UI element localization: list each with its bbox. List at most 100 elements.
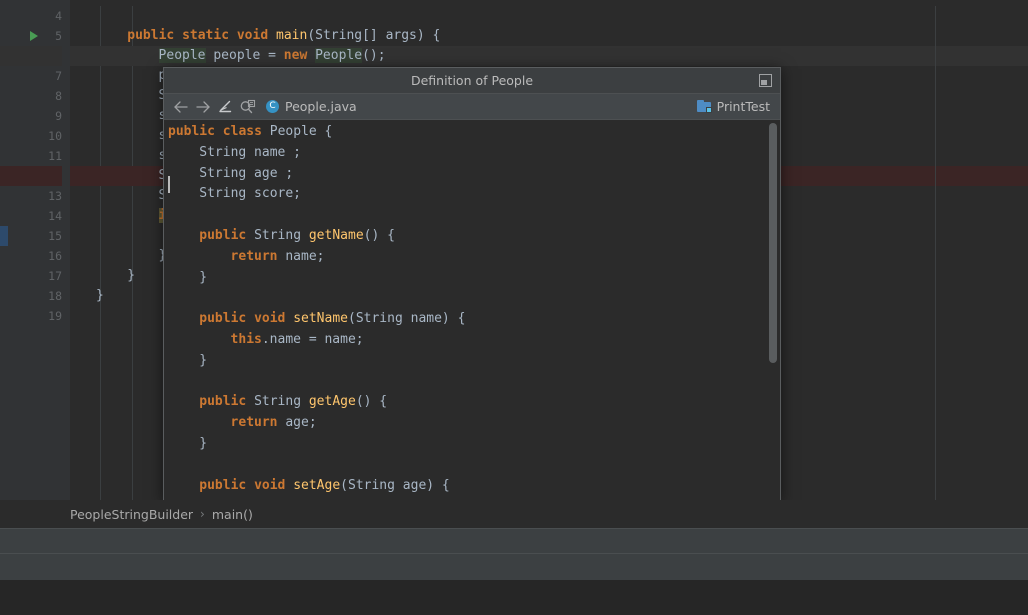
- popup-code-line[interactable]: this.name = name;: [231, 330, 364, 351]
- code-token: name;: [285, 249, 324, 264]
- line-number: 15: [16, 226, 62, 246]
- line-number: 16: [16, 246, 62, 266]
- code-token: String: [254, 228, 309, 243]
- find-usages-icon[interactable]: [236, 96, 258, 118]
- code-token: }: [199, 436, 207, 451]
- popup-code-line[interactable]: String name ;: [199, 143, 301, 164]
- code-token: void: [237, 28, 276, 43]
- code-token: public: [199, 228, 254, 243]
- line-number: 17: [16, 266, 62, 286]
- code-token: String score;: [199, 186, 301, 201]
- code-token: () {: [356, 394, 387, 409]
- editor-left-strip: [0, 0, 8, 500]
- editor-right-margin-line: [935, 0, 936, 500]
- forward-arrow-icon[interactable]: [192, 96, 214, 118]
- java-class-icon: C: [266, 100, 279, 113]
- popup-code-line[interactable]: String age ;: [199, 164, 293, 185]
- indent-guide: [100, 0, 101, 500]
- popup-title-bar[interactable]: Definition of People: [164, 68, 780, 93]
- popup-code-line[interactable]: public void setAge(String age) {: [199, 476, 449, 497]
- edit-pencil-icon[interactable]: [214, 96, 236, 118]
- code-token: }: [96, 288, 104, 303]
- code-token: class: [223, 124, 270, 139]
- popup-code-line[interactable]: return age;: [231, 413, 317, 434]
- line-number: 14: [16, 206, 62, 226]
- code-line[interactable]: People people = new People();: [159, 46, 386, 66]
- code-token: age;: [285, 415, 316, 430]
- line-number: 18: [16, 286, 62, 306]
- code-token: return: [231, 249, 286, 264]
- code-token: People: [315, 48, 362, 63]
- code-token: public: [127, 28, 182, 43]
- code-token: public: [168, 124, 223, 139]
- code-token: }: [199, 270, 207, 285]
- popup-scrollbar-thumb[interactable]: [769, 123, 777, 363]
- popup-code-line[interactable]: }: [199, 351, 207, 372]
- module-name-label: PrintTest: [717, 99, 770, 114]
- popup-code-line[interactable]: public class People {: [168, 122, 332, 143]
- code-line[interactable]: }: [127, 266, 135, 286]
- breadcrumb-item-class[interactable]: PeopleStringBuilder: [70, 507, 193, 522]
- code-token: ();: [362, 48, 385, 63]
- line-number: 5: [16, 26, 62, 46]
- breadcrumb[interactable]: PeopleStringBuilder › main(): [0, 500, 1028, 528]
- line-number: 9: [16, 106, 62, 126]
- code-token: }: [127, 268, 135, 283]
- popup-code-line[interactable]: public String getAge() {: [199, 392, 387, 413]
- line-number: 4: [16, 6, 62, 26]
- code-token: }: [199, 353, 207, 368]
- ide-window: 45678910111213141516171819 public static…: [0, 0, 1028, 615]
- gutter-line-highlight: [0, 166, 62, 186]
- code-token: (String name) {: [348, 311, 465, 326]
- code-token: people =: [206, 48, 284, 63]
- back-arrow-icon[interactable]: [170, 96, 192, 118]
- code-token: String: [254, 394, 309, 409]
- code-token: public: [199, 311, 254, 326]
- popup-toolbar[interactable]: C People.java PrintTest: [164, 93, 780, 119]
- file-chip[interactable]: C People.java: [266, 96, 697, 118]
- line-number: 7: [16, 66, 62, 86]
- popup-code-area[interactable]: public class People { String name ; String…: [164, 119, 780, 500]
- vcs-change-marker[interactable]: [0, 226, 8, 246]
- code-token: new: [284, 48, 315, 63]
- code-token: String age ;: [199, 166, 293, 181]
- bottom-panel-lower[interactable]: [0, 553, 1028, 580]
- line-number: 11: [16, 146, 62, 166]
- popup-scrollbar-track[interactable]: [768, 120, 779, 500]
- run-gutter-icon[interactable]: [30, 31, 38, 41]
- code-token: static: [182, 28, 237, 43]
- popup-title-text: Definition of People: [411, 73, 533, 88]
- popup-code-line[interactable]: public void setName(String name) {: [199, 309, 465, 330]
- line-number: 19: [16, 306, 62, 326]
- code-token: main: [276, 28, 307, 43]
- code-token: String name ;: [199, 145, 301, 160]
- popup-code-line[interactable]: return name;: [231, 247, 325, 268]
- code-line[interactable]: public static void main(String[] args) {: [127, 26, 440, 46]
- code-token: () {: [364, 228, 395, 243]
- module-icon: [697, 100, 712, 113]
- definition-popup[interactable]: Definition of People: [163, 67, 781, 501]
- minimize-icon[interactable]: [759, 74, 772, 87]
- line-number: 13: [16, 186, 62, 206]
- popup-code-line[interactable]: }: [199, 434, 207, 455]
- breadcrumb-item-method[interactable]: main(): [212, 507, 253, 522]
- line-number: 10: [16, 126, 62, 146]
- popup-code-line[interactable]: }: [199, 268, 207, 289]
- editor-gutter[interactable]: 45678910111213141516171819: [8, 0, 62, 500]
- editor-gutter-fold-column[interactable]: [62, 0, 70, 500]
- popup-code-line[interactable]: public String getName() {: [199, 226, 395, 247]
- editor-top-clipped-gutter: [0, 0, 70, 6]
- code-token: getName: [309, 228, 364, 243]
- module-chip[interactable]: PrintTest: [697, 99, 770, 114]
- indent-guide: [132, 0, 133, 500]
- code-token: (String[] args) {: [307, 28, 440, 43]
- code-line[interactable]: }: [96, 286, 104, 306]
- bottom-panel-upper[interactable]: [0, 528, 1028, 553]
- popup-code-line[interactable]: String score;: [199, 184, 301, 205]
- code-token: (String age) {: [340, 478, 450, 493]
- code-token: .name = name;: [262, 332, 364, 347]
- breadcrumb-separator: ›: [200, 507, 205, 521]
- code-token: void: [254, 478, 293, 493]
- line-number: 8: [16, 86, 62, 106]
- file-name-label: People.java: [285, 99, 357, 114]
